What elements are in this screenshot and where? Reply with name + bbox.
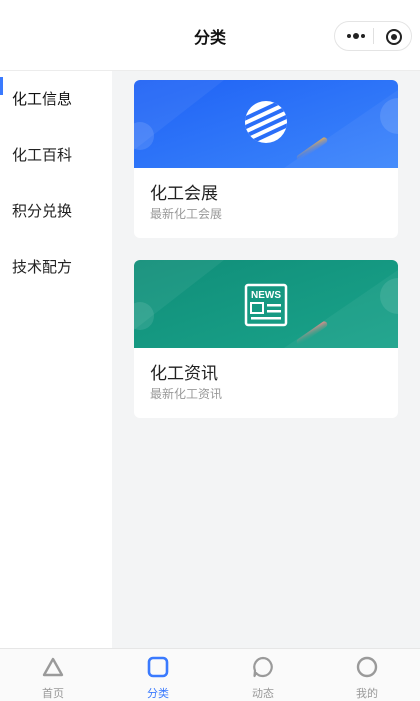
- sidebar-item-chem-encyclopedia[interactable]: 化工百科: [0, 127, 112, 183]
- news-icon-text: NEWS: [251, 290, 281, 301]
- category-card-exhibition[interactable]: 化工会展 最新化工会展: [134, 80, 398, 238]
- card-banner: NEWS: [134, 260, 398, 348]
- category-card-news[interactable]: NEWS 化工资讯 最新化工资讯: [134, 260, 398, 418]
- sidebar-item-label: 化工百科: [12, 146, 73, 164]
- nav-header: 分类: [0, 0, 420, 71]
- globe-icon: [245, 101, 287, 143]
- card-title: 化工资讯: [150, 364, 218, 384]
- tab-label: 动态: [252, 687, 274, 700]
- triangle-icon: [42, 657, 64, 677]
- sidebar-item-points-exchange[interactable]: 积分兑换: [0, 183, 112, 239]
- card-banner: [134, 80, 398, 168]
- close-target-icon[interactable]: [385, 28, 403, 46]
- tab-home[interactable]: 首页: [13, 655, 93, 701]
- tab-label: 首页: [42, 687, 64, 700]
- tab-label: 分类: [147, 687, 169, 700]
- sidebar-item-tech-formula[interactable]: 技术配方: [0, 239, 112, 295]
- card-subtitle: 最新化工会展: [150, 207, 223, 221]
- sidebar-item-label: 积分兑换: [12, 202, 73, 220]
- sidebar-item-chem-info[interactable]: 化工信息: [0, 71, 112, 127]
- sidebar-item-label: 化工信息: [12, 90, 73, 108]
- category-sidebar: 化工信息 化工百科 积分兑换 技术配方: [0, 71, 112, 648]
- capsule-divider: [373, 28, 374, 44]
- tab-label: 我的: [356, 687, 378, 700]
- bottom-tab-bar: 首页 分类 动态 我的: [0, 648, 420, 701]
- more-icon[interactable]: [345, 28, 367, 44]
- sidebar-item-label: 技术配方: [12, 258, 73, 276]
- square-icon: [147, 656, 169, 678]
- mini-program-capsule: [334, 21, 412, 51]
- chat-bubble-icon: [253, 656, 273, 678]
- content-area: 化工会展 最新化工会展 NEWS 化工资讯 最新化工资讯: [112, 71, 420, 648]
- news-icon: NEWS: [244, 283, 288, 327]
- card-title: 化工会展: [150, 184, 218, 204]
- tab-category[interactable]: 分类: [118, 655, 198, 701]
- circle-icon: [356, 656, 378, 678]
- tab-mine[interactable]: 我的: [327, 655, 407, 701]
- tab-dynamics[interactable]: 动态: [223, 655, 303, 701]
- card-subtitle: 最新化工资讯: [150, 387, 223, 401]
